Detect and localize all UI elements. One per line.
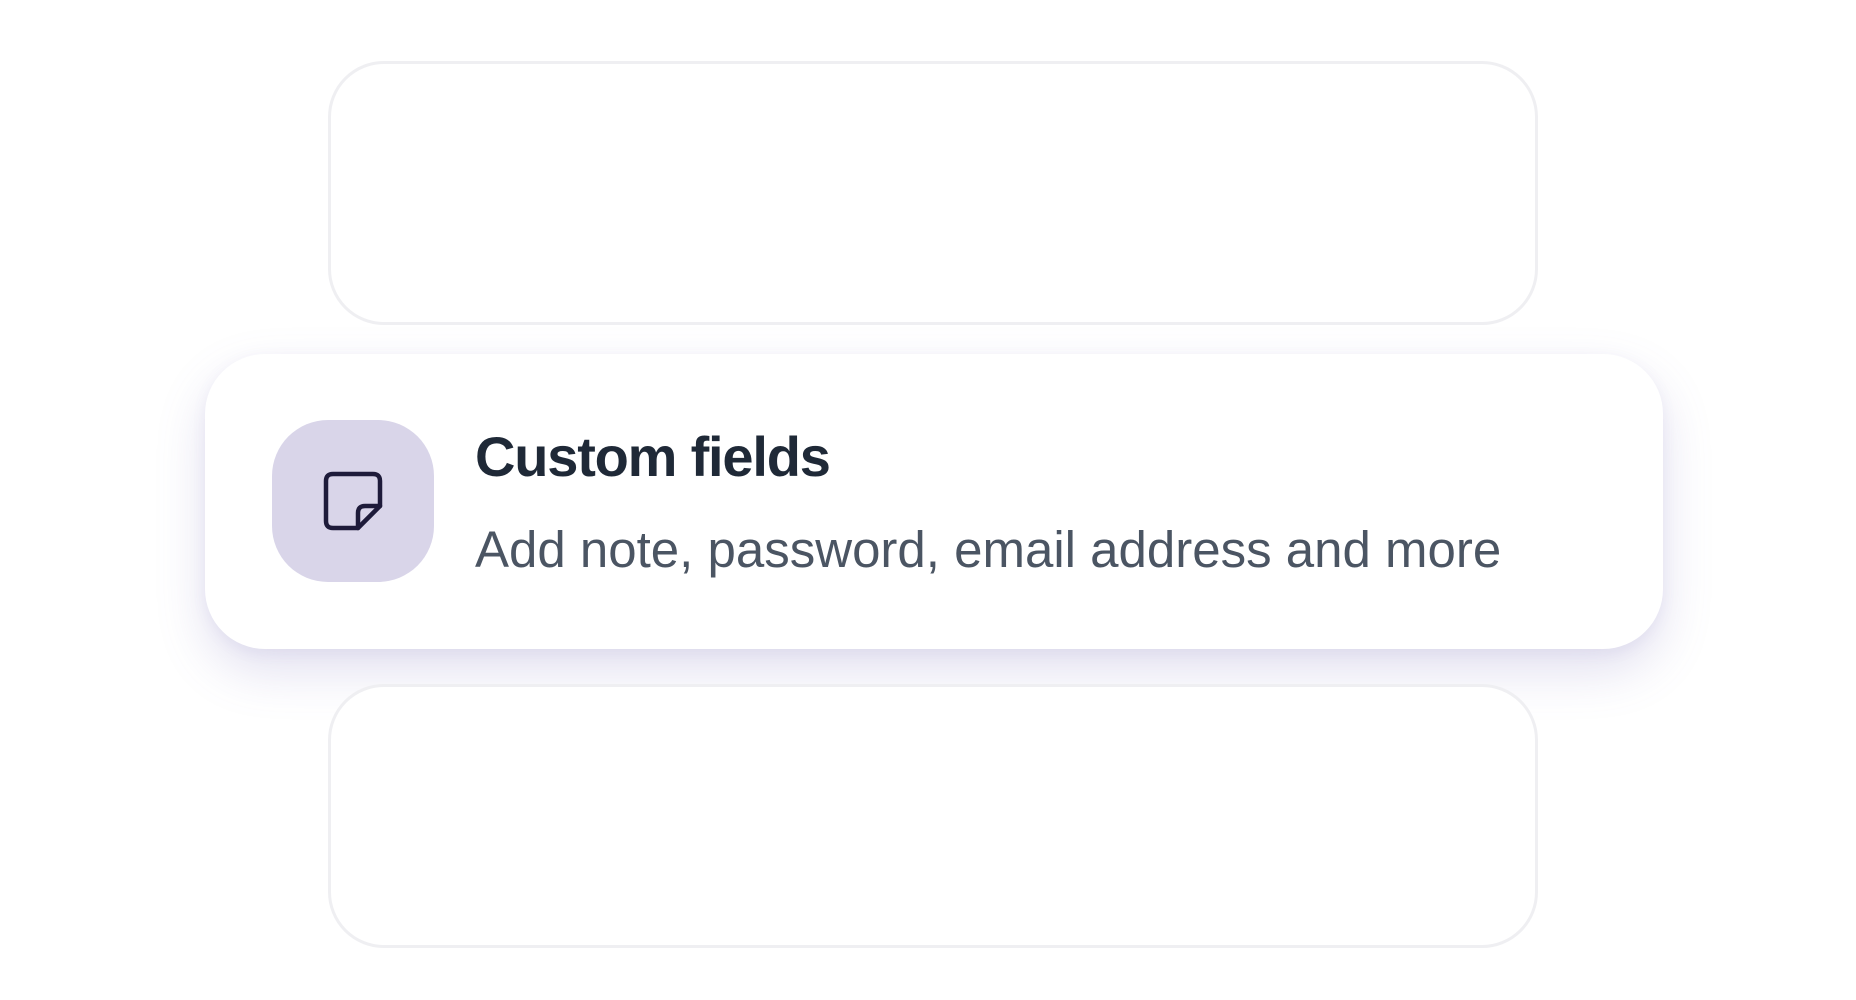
sticky-note-icon: [321, 469, 385, 533]
placeholder-card-top: [328, 61, 1538, 325]
icon-tile: [272, 420, 434, 582]
placeholder-card-bottom: [328, 684, 1538, 948]
custom-fields-card[interactable]: Custom fields Add note, password, email …: [205, 354, 1663, 649]
feature-title: Custom fields: [475, 425, 831, 488]
feature-description: Add note, password, email address and mo…: [475, 521, 1502, 578]
